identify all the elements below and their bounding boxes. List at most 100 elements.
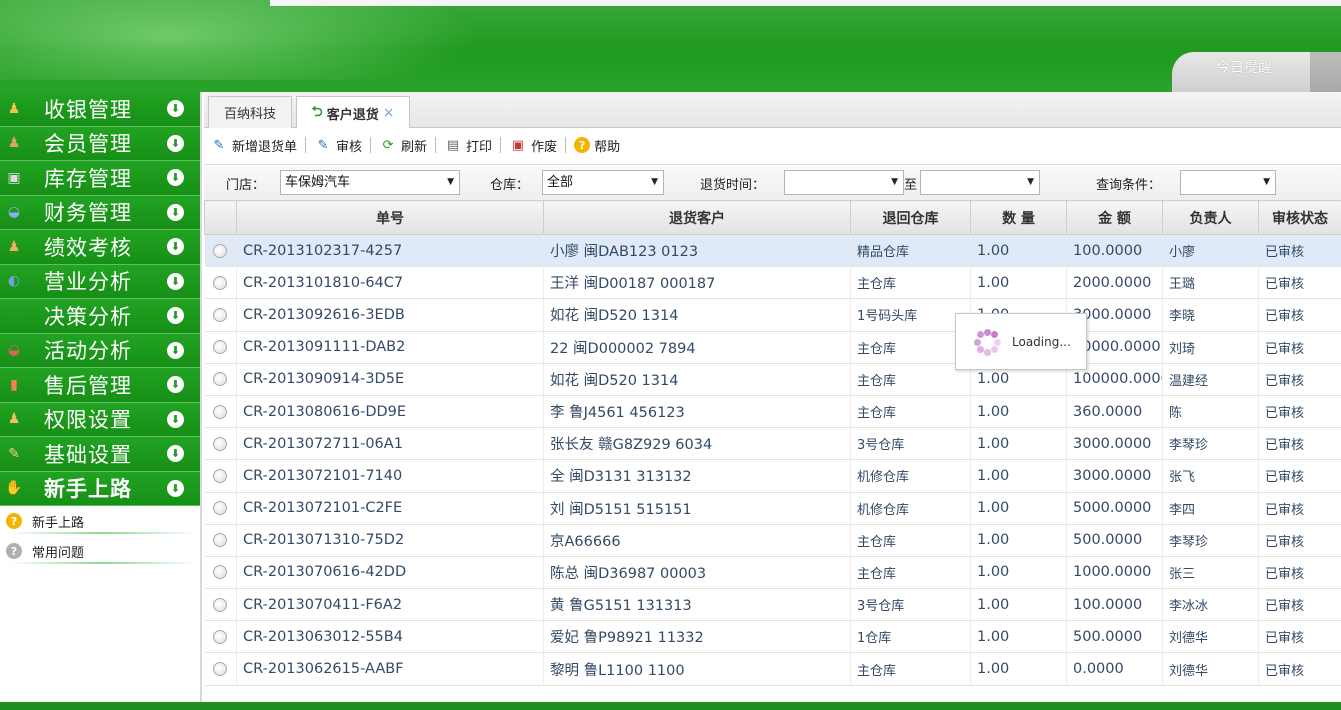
row-radio[interactable] (213, 436, 228, 451)
row-radio[interactable] (213, 307, 228, 322)
expand-arrow-icon[interactable]: ⬇ (167, 376, 184, 394)
table-row[interactable]: CR-2013070411-F6A2 黄 鲁G5151 131313 3号仓库 1.0… (204, 588, 1341, 622)
table-row[interactable]: CR-2013072711-06A1 张长友 赣G8Z929 6034 3号仓库 1.… (204, 427, 1341, 461)
header-quantity[interactable]: 数 量 (970, 200, 1067, 235)
table-row[interactable]: CR-2013101810-64C7 王洋 闽D00187 000187 主仓库 1.… (204, 266, 1341, 300)
table-row[interactable]: CR-2013071310-75D2 京A66666 主仓库 1.00 500.0000… (204, 524, 1341, 557)
sidebar-item[interactable]: ♟ 会员管理 ⬇ (0, 126, 200, 161)
sidebar-item[interactable]: ◇ 决策分析 ⬇ (0, 299, 200, 334)
audit-status-cell: 已审核 (1258, 556, 1341, 590)
header-customer[interactable]: 退货客户 (543, 200, 851, 235)
void-button[interactable]: ▣ 作废 (509, 136, 557, 155)
amount-cell: 360.0000 (1066, 395, 1163, 429)
header-amount[interactable]: 金 额 (1066, 200, 1163, 235)
header-manager[interactable]: 负责人 (1162, 200, 1259, 235)
header-order-no[interactable]: 单号 (236, 200, 544, 235)
table-row[interactable]: CR-2013063012-55B4 爱妃 鲁P98921 11332 1仓库 1.0… (204, 620, 1341, 654)
sidebar-item[interactable]: ▮ 售后管理 ⬇ (0, 368, 200, 403)
quantity-cell: 1.00 (970, 524, 1067, 557)
manager-cell: 李琴珍 (1162, 524, 1259, 557)
table-row[interactable]: CR-2013091111-DAB222 闽D000002 7894主仓库1.0… (204, 331, 1341, 364)
question-icon: ? (6, 513, 22, 529)
sidebar-item[interactable]: ▣ 库存管理 ⬇ (0, 161, 200, 196)
row-radio[interactable] (213, 243, 228, 258)
row-radio[interactable] (213, 533, 228, 548)
manager-cell: 陈 (1162, 395, 1259, 429)
table-row[interactable]: CR-2013072101-7140 全 闽D3131 313132 机修仓库 1.0… (204, 459, 1341, 493)
table-row[interactable]: CR-2013070616-42DD 陈总 闽D36987 00003 主仓库 1.0… (204, 556, 1341, 590)
expand-arrow-icon[interactable]: ⬇ (167, 134, 184, 152)
loading-popup: Loading... (955, 313, 1087, 370)
expand-arrow-icon[interactable]: ⬇ (167, 272, 184, 290)
refresh-label: 刷新 (401, 139, 428, 155)
aftersales-icon: ▮ (10, 376, 18, 393)
close-icon[interactable]: × (383, 105, 395, 121)
expand-arrow-icon[interactable]: ⬇ (167, 479, 184, 497)
sidebar-item[interactable]: ♟ 收银管理 ⬇ (0, 92, 200, 127)
row-radio[interactable] (213, 372, 228, 387)
table-row[interactable]: CR-2013092616-3EDB如花 闽D520 13141号码头库1.00… (204, 298, 1341, 332)
table-row[interactable]: CR-2013072101-C2FE 刘 闽D5151 515151 机修仓库 1.0… (204, 492, 1341, 525)
table-row[interactable]: CR-2013090914-3D5E 如花 闽D520 1314 主仓库 1.00 10… (204, 363, 1341, 396)
tab-customer-return[interactable]: ⮌ 客户退货 × (296, 96, 410, 129)
expand-arrow-icon[interactable]: ⬇ (167, 341, 184, 359)
warehouse-cell: 主仓库 (850, 363, 971, 396)
audit-status-cell: 已审核 (1258, 331, 1341, 364)
quantity-cell: 1.00 (970, 427, 1067, 461)
return-time-end-select[interactable]: ▼ (920, 170, 1040, 195)
audit-button[interactable]: ✎ 审核 (314, 136, 362, 155)
footer-bar (0, 702, 1341, 710)
query-condition-select[interactable]: ▼ (1180, 170, 1276, 195)
store-select[interactable]: 车保姆汽车 ▼ (280, 170, 460, 195)
row-radio[interactable] (213, 404, 228, 419)
new-return-button[interactable]: ✎ 新增退货单 (210, 136, 297, 155)
today-reminder-tab[interactable]: 今日提醒 (1172, 52, 1310, 92)
amount-cell: 2000.0000 (1066, 266, 1163, 300)
header-warehouse[interactable]: 退回仓库 (850, 200, 971, 235)
sidebar-item[interactable]: ◐ 营业分析 ⬇ (0, 264, 200, 299)
row-radio[interactable] (213, 501, 228, 516)
expand-arrow-icon[interactable]: ⬇ (167, 410, 184, 428)
warehouse-cell: 主仓库 (850, 556, 971, 590)
expand-arrow-icon[interactable]: ⬇ (167, 100, 184, 118)
expand-arrow-icon[interactable]: ⬇ (167, 445, 184, 463)
sidebar-item[interactable]: ♟ 权限设置 ⬇ (0, 402, 200, 437)
help-button[interactable]: ? 帮助 (574, 136, 620, 155)
toolbar-divider (435, 137, 437, 153)
warehouse-label: 仓库： (490, 178, 530, 193)
row-select-cell (204, 652, 237, 686)
table-row[interactable]: CR-2013102317-4257 小廖 闽DAB123 0123 精品仓库 1.0… (204, 234, 1341, 268)
refresh-button[interactable]: ⟳ 刷新 (379, 136, 427, 155)
sidebar-sub-item[interactable]: ? 常用问题 (0, 536, 200, 566)
expand-arrow-icon[interactable]: ⬇ (167, 203, 184, 221)
sidebar-item[interactable]: ◒ 活动分析 ⬇ (0, 333, 200, 368)
return-time-start-select[interactable]: ▼ (784, 170, 904, 195)
audit-status-cell: 已审核 (1258, 588, 1341, 622)
print-button[interactable]: ▤ 打印 (444, 136, 492, 155)
table-row[interactable]: CR-2013080616-DD9E 李 鲁J4561 456123 主仓库 1.00… (204, 395, 1341, 429)
sidebar-sub-item[interactable]: ? 新手上路 (0, 506, 200, 536)
sidebar-item[interactable]: ✋ 新手上路 ⬇ (0, 471, 200, 506)
row-radio[interactable] (213, 629, 228, 644)
row-radio[interactable] (213, 662, 228, 677)
sidebar-item[interactable]: ♟ 绩效考核 ⬇ (0, 230, 200, 265)
row-radio[interactable] (213, 340, 228, 355)
expand-arrow-icon[interactable]: ⬇ (167, 238, 184, 256)
row-radio[interactable] (213, 565, 228, 580)
row-radio[interactable] (213, 275, 228, 290)
sidebar-item[interactable]: ◒ 财务管理 ⬇ (0, 195, 200, 230)
row-radio[interactable] (213, 468, 228, 483)
manager-cell: 李四 (1162, 492, 1259, 525)
expand-arrow-icon[interactable]: ⬇ (167, 307, 184, 325)
expand-arrow-icon[interactable]: ⬇ (167, 169, 184, 187)
row-radio[interactable] (213, 597, 228, 612)
amount-cell: 100.0000 (1066, 588, 1163, 622)
warehouse-select[interactable]: 全部 ▼ (542, 170, 664, 195)
table-header-row: 单号 退货客户 退回仓库 数 量 金 额 负责人 审核状态 (204, 200, 1341, 235)
table-row[interactable]: CR-2013062615-AABF 黎明 鲁L1100 1100 主仓库 1.00 0… (204, 652, 1341, 686)
header-audit-status[interactable]: 审核状态 (1258, 200, 1341, 235)
tab-home[interactable]: 百纳科技 (208, 96, 292, 128)
sidebar-item[interactable]: ✎ 基础设置 ⬇ (0, 437, 200, 472)
amount-cell: 3000.0000 (1066, 459, 1163, 493)
order-no-cell: CR-2013090914-3D5E (236, 363, 544, 396)
